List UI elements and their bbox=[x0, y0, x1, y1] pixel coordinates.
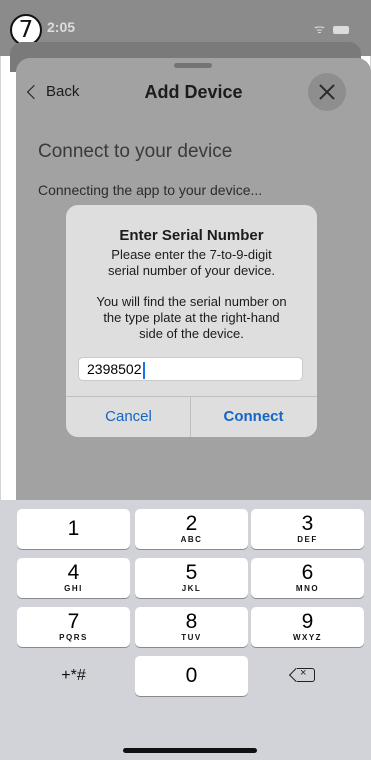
key-2[interactable]: 2 ABC bbox=[135, 509, 248, 549]
status-icons: ᯤ bbox=[314, 20, 349, 37]
key-3[interactable]: 3 DEF bbox=[251, 509, 364, 549]
cancel-button[interactable]: Cancel bbox=[66, 408, 191, 425]
dialog-hint-line2: the type plate at the right-hand bbox=[103, 310, 280, 325]
dialog-hint-line1: You will find the serial number on bbox=[96, 294, 287, 309]
symbols-key[interactable]: +*# bbox=[17, 656, 130, 696]
dialog-message-line2: serial number of your device. bbox=[108, 263, 275, 278]
key-0[interactable]: 0 bbox=[135, 656, 248, 696]
numeric-keypad: 1 2 ABC 3 DEF 4 GHI 5 JKL 6 MNO 7 PQRS 8 TUV 9W… bbox=[0, 500, 371, 760]
serial-number-input[interactable]: 2398502 bbox=[78, 357, 303, 381]
dialog-message-line1: Please enter the 7-to-9-digit bbox=[111, 247, 272, 262]
battery-icon bbox=[333, 25, 349, 34]
text-caret bbox=[142, 361, 145, 379]
key-8[interactable]: 8 TUV bbox=[135, 607, 248, 647]
dialog-hint-line3: side of the device. bbox=[139, 326, 244, 341]
connect-button[interactable]: Connect bbox=[191, 408, 316, 425]
key-6[interactable]: 6 MNO bbox=[251, 558, 364, 598]
dialog-title: Enter Serial Number bbox=[119, 227, 264, 244]
sheet-grabber[interactable] bbox=[174, 63, 212, 68]
serial-number-value: 2398502 bbox=[87, 361, 142, 377]
dialog-divider bbox=[66, 396, 317, 397]
key-4[interactable]: 4 GHI bbox=[17, 558, 130, 598]
delete-backspace-icon: × bbox=[297, 667, 315, 682]
connecting-status-text: Connecting the app to your device... bbox=[38, 182, 263, 198]
key-7[interactable]: 7 PQRS bbox=[17, 607, 130, 647]
key-1[interactable]: 1 bbox=[17, 509, 130, 549]
section-heading: Connect to your device bbox=[38, 141, 233, 162]
wifi-icon: ᯤ bbox=[314, 22, 325, 36]
status-time: 2:05 bbox=[47, 19, 76, 35]
key-9[interactable]: 9 WXYZ bbox=[251, 607, 364, 647]
delete-key[interactable]: × bbox=[251, 656, 364, 696]
home-indicator[interactable] bbox=[123, 748, 257, 753]
close-button[interactable] bbox=[308, 73, 346, 111]
key-5[interactable]: 5 JKL bbox=[135, 558, 248, 598]
serial-number-dialog: Enter Serial Number Please enter the 7-t… bbox=[66, 205, 317, 437]
